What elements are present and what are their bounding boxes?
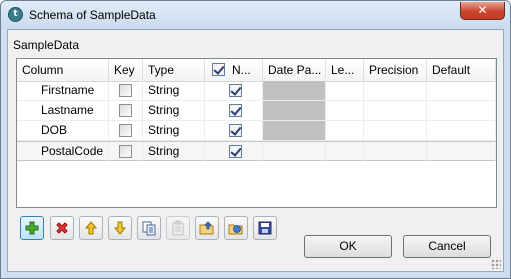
schema-group-label: SampleData [13, 38, 80, 52]
copy-button[interactable] [137, 216, 161, 240]
column-header-length[interactable]: Le... [326, 59, 364, 81]
remove-button[interactable] [50, 216, 74, 240]
cell-key[interactable] [109, 142, 143, 161]
cell-length[interactable] [326, 81, 364, 100]
close-button[interactable]: ✕ [460, 2, 505, 20]
nullable-checkbox[interactable] [229, 124, 242, 137]
column-header-key[interactable]: Key [109, 59, 143, 81]
table-row[interactable]: DOB String [17, 121, 496, 141]
cell-column-name[interactable]: PostalCode [17, 142, 109, 161]
talend-app-icon: t [8, 7, 23, 22]
nullable-checkbox[interactable] [229, 104, 242, 117]
remove-icon [56, 222, 68, 234]
nullable-all-checkbox[interactable] [212, 63, 225, 76]
cell-type[interactable]: String [143, 101, 205, 120]
cell-nullable[interactable] [205, 101, 263, 120]
save-button[interactable] [253, 216, 277, 240]
paste-button[interactable] [166, 216, 190, 240]
column-header-default[interactable]: Default [427, 59, 496, 81]
move-down-button[interactable] [108, 216, 132, 240]
table-row[interactable]: Firstname String [17, 81, 496, 101]
table-header: Column Key Type N... Date Pa... Le... Pr… [17, 59, 496, 82]
cell-precision[interactable] [364, 142, 427, 161]
cancel-button[interactable]: Cancel [403, 235, 491, 258]
column-header-type[interactable]: Type [143, 59, 205, 81]
column-header-precision[interactable]: Precision [364, 59, 427, 81]
key-checkbox[interactable] [119, 124, 132, 137]
cell-length[interactable] [326, 142, 364, 161]
cell-type[interactable]: String [143, 121, 205, 140]
move-up-icon [84, 221, 98, 235]
cell-date-pattern[interactable] [263, 81, 326, 100]
cell-key[interactable] [109, 121, 143, 140]
column-header-date-pattern[interactable]: Date Pa... [263, 59, 326, 81]
cell-column-name[interactable]: DOB [17, 121, 109, 140]
cell-default[interactable] [427, 81, 496, 100]
cell-precision[interactable] [364, 81, 427, 100]
column-header-nullable[interactable]: N... [205, 59, 263, 81]
cell-default[interactable] [427, 121, 496, 140]
import-button[interactable] [195, 216, 219, 240]
column-header-nullable-label: N... [232, 63, 251, 77]
cell-type[interactable]: String [143, 81, 205, 100]
add-icon [25, 221, 39, 235]
ok-button[interactable]: OK [304, 235, 392, 258]
title-bar[interactable]: t Schema of SampleData ✕ [1, 1, 510, 29]
key-checkbox[interactable] [119, 104, 132, 117]
cell-date-pattern[interactable] [263, 142, 326, 161]
cell-default[interactable] [427, 101, 496, 120]
window-title: Schema of SampleData [29, 8, 156, 22]
column-header-column[interactable]: Column [17, 59, 109, 81]
cell-column-name[interactable]: Firstname [17, 81, 109, 100]
cell-length[interactable] [326, 121, 364, 140]
cell-precision[interactable] [364, 101, 427, 120]
paste-icon [172, 220, 184, 236]
cell-nullable[interactable] [205, 142, 263, 161]
export-icon [228, 224, 243, 235]
schema-dialog: t Schema of SampleData ✕ SampleData Colu… [0, 0, 511, 279]
table-row[interactable]: Lastname String [17, 101, 496, 121]
cell-type[interactable]: String [143, 142, 205, 161]
cell-column-name[interactable]: Lastname [17, 101, 109, 120]
cell-date-pattern[interactable] [263, 121, 326, 140]
move-down-icon [113, 221, 127, 235]
nullable-checkbox[interactable] [229, 84, 242, 97]
cell-key[interactable] [109, 81, 143, 100]
copy-icon [142, 221, 156, 236]
cell-length[interactable] [326, 101, 364, 120]
dialog-body: SampleData Column Key Type N... Date Pa.… [7, 29, 504, 272]
key-checkbox[interactable] [119, 84, 132, 97]
cell-nullable[interactable] [205, 121, 263, 140]
table-row-selected[interactable]: PostalCode String [17, 141, 496, 161]
move-up-button[interactable] [79, 216, 103, 240]
resize-grip[interactable] [491, 259, 501, 269]
cell-nullable[interactable] [205, 81, 263, 100]
schema-table: Column Key Type N... Date Pa... Le... Pr… [16, 58, 497, 208]
import-icon [199, 221, 214, 235]
export-button[interactable] [224, 216, 248, 240]
cell-date-pattern[interactable] [263, 101, 326, 120]
cell-precision[interactable] [364, 121, 427, 140]
nullable-checkbox[interactable] [229, 145, 242, 158]
cell-default[interactable] [427, 142, 496, 161]
add-button[interactable] [20, 216, 44, 240]
save-icon [258, 221, 272, 235]
key-checkbox[interactable] [119, 145, 132, 158]
cell-key[interactable] [109, 101, 143, 120]
